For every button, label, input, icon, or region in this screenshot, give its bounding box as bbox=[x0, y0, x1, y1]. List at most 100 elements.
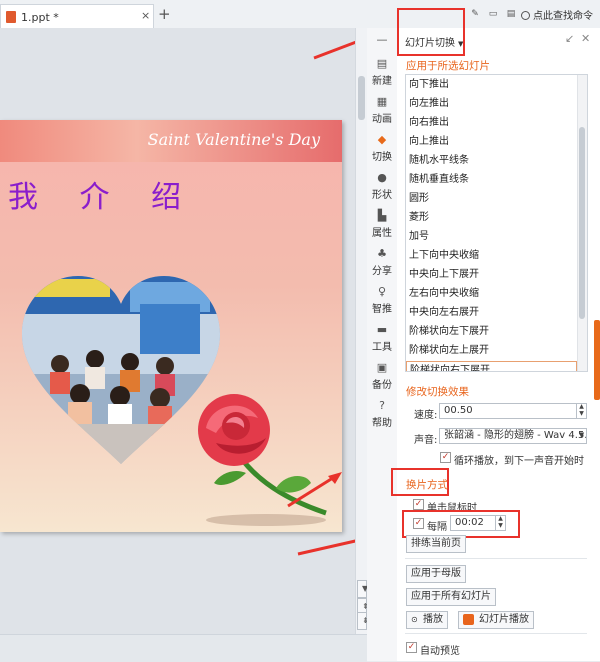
list-item[interactable]: 左右向中央收缩 bbox=[406, 284, 587, 303]
play-label: 播放 bbox=[423, 614, 443, 625]
list-item[interactable]: 随机水平线条 bbox=[406, 151, 587, 170]
chevron-down-icon: ▼ bbox=[578, 431, 585, 439]
slideshow-icon bbox=[463, 614, 474, 625]
scroll-down-icon[interactable]: ▼ bbox=[357, 580, 368, 598]
next-slide-icon[interactable]: ⇟ bbox=[357, 612, 369, 630]
sidebar-item-label: 形状 bbox=[372, 190, 392, 201]
document-tab[interactable]: 1.ppt * × bbox=[0, 4, 154, 28]
format-icon[interactable]: ▭ bbox=[488, 9, 498, 19]
sidebar-item-transition[interactable]: ◆ 切换 bbox=[367, 134, 397, 164]
recommend-icon: ♀ bbox=[377, 285, 387, 298]
list-item[interactable]: 上下向中央收缩 bbox=[406, 246, 587, 265]
sidebar-item-property[interactable]: ▙ 属性 bbox=[367, 209, 397, 240]
list-item[interactable]: 阶梯状向左下展开 bbox=[406, 322, 587, 341]
list-item[interactable]: 向上推出 bbox=[406, 132, 587, 151]
loop-label: 循环播放，到下一声音开始时 bbox=[454, 456, 584, 467]
new-icon: ▤ bbox=[376, 57, 388, 70]
settings-icon[interactable]: ▤ bbox=[506, 9, 516, 19]
list-item[interactable]: 随机垂直线条 bbox=[406, 170, 587, 189]
tab-bar: 1.ppt * × + ✎ ▭ ▤ 点此查找命令 bbox=[0, 0, 600, 29]
autopreview-label: 自动预览 bbox=[420, 646, 460, 657]
backup-icon: ▣ bbox=[376, 361, 388, 374]
on-click-checkbox[interactable]: ✓ bbox=[413, 499, 424, 510]
list-item-selected[interactable]: 阶梯状向右下展开 bbox=[406, 361, 577, 371]
close-tab-icon[interactable]: × bbox=[141, 9, 150, 22]
sidebar-item-label: 新建 bbox=[372, 76, 392, 87]
speed-spinner[interactable]: 00.50 ▲ ▼ bbox=[439, 403, 587, 419]
list-item[interactable]: 加号 bbox=[406, 227, 587, 246]
interval-spinner[interactable]: 00:02 ▲ ▼ bbox=[450, 515, 506, 531]
sidebar-item-label: 备份 bbox=[372, 380, 392, 391]
property-icon: ▙ bbox=[377, 209, 387, 222]
interval-value: 00:02 bbox=[455, 517, 484, 528]
sidebar-item-help[interactable]: ? 帮助 bbox=[367, 400, 397, 430]
slideshow-button[interactable]: 幻灯片播放 bbox=[458, 611, 534, 629]
transition-list[interactable]: 向下推出 向左推出 向右推出 向上推出 随机水平线条 随机垂直线条 圆形 菱形 … bbox=[405, 74, 588, 372]
speed-value: 00.50 bbox=[444, 405, 473, 416]
apply-all-button[interactable]: 应用于所有幻灯片 bbox=[406, 588, 496, 606]
animation-icon: ▦ bbox=[376, 95, 388, 108]
sound-label: 声音: bbox=[414, 435, 438, 446]
slide-canvas[interactable]: Saint Valentine's Day 我 介 绍 bbox=[0, 28, 394, 661]
share-icon: ♣ bbox=[377, 247, 387, 260]
spinner-arrows-icon[interactable]: ▲ ▼ bbox=[495, 516, 505, 530]
dock-icon[interactable]: ↙ bbox=[565, 32, 574, 45]
list-item[interactable]: 向右推出 bbox=[406, 113, 587, 132]
sidebar-item-animation[interactable]: ▦ 动画 bbox=[367, 95, 397, 126]
tool-icon: ▬ bbox=[376, 323, 388, 336]
task-sidebar: — ▤ 新建 ▦ 动画 ◆ 切换 ● 形状 ▙ 属性 ♣ 分享 ♀ 智推 ▬ 工具 ▣ 备份 ? 帮… bbox=[367, 28, 398, 661]
close-panel-icon[interactable]: ✕ bbox=[581, 32, 590, 45]
document-tab-title: 1.ppt * bbox=[21, 11, 59, 24]
shape-icon: ● bbox=[377, 171, 387, 184]
panel-resize-handle[interactable] bbox=[594, 320, 600, 400]
scrollbar-thumb[interactable] bbox=[358, 76, 365, 120]
rehearse-button[interactable]: 排练当前页 bbox=[406, 535, 466, 553]
sidebar-item-new[interactable]: ▤ 新建 bbox=[367, 57, 397, 88]
canvas-status-bar bbox=[0, 634, 367, 662]
sidebar-item-label: 智推 bbox=[372, 304, 392, 315]
play-icon: ⊙ bbox=[411, 615, 418, 624]
list-item[interactable]: 中央向左右展开 bbox=[406, 303, 587, 322]
sidebar-item-recommend[interactable]: ♀ 智推 bbox=[367, 285, 397, 316]
list-item[interactable]: 向下推出 bbox=[406, 75, 587, 94]
sidebar-item-share[interactable]: ♣ 分享 bbox=[367, 247, 397, 278]
loop-checkbox[interactable]: ✓ bbox=[440, 452, 451, 463]
list-item[interactable]: 圆形 bbox=[406, 189, 587, 208]
list-item[interactable]: 向左推出 bbox=[406, 94, 587, 113]
list-scrollbar[interactable] bbox=[577, 75, 587, 371]
every-label: 每隔 bbox=[427, 522, 447, 533]
list-item[interactable]: 阶梯状向左上展开 bbox=[406, 341, 587, 360]
annotation-arrow bbox=[287, 472, 342, 508]
list-scrollbar-thumb[interactable] bbox=[579, 127, 585, 319]
apply-section-title: 应用于所选幻灯片 bbox=[406, 60, 490, 72]
sidebar-item-label: 属性 bbox=[372, 228, 392, 239]
slideshow-label: 幻灯片播放 bbox=[479, 614, 529, 625]
list-item[interactable]: 菱形 bbox=[406, 208, 587, 227]
slide-title[interactable]: 我 介 绍 bbox=[8, 172, 197, 216]
divider bbox=[405, 558, 587, 559]
sidebar-item-label: 动画 bbox=[372, 114, 392, 125]
sound-value: 张韶涵 - 隐形的翅膀 - Wav 4.5.w bbox=[444, 430, 587, 441]
search-command-label: 点此查找命令 bbox=[533, 11, 593, 22]
sidebar-item-shape[interactable]: ● 形状 bbox=[367, 171, 397, 202]
banner-text: Saint Valentine's Day bbox=[147, 130, 320, 149]
sound-select[interactable]: 张韶涵 - 隐形的翅膀 - Wav 4.5.w ▼ bbox=[439, 428, 587, 444]
autopreview-checkbox[interactable]: ✓ bbox=[406, 642, 417, 653]
sidebar-item-label: 分享 bbox=[372, 266, 392, 277]
collapse-icon[interactable]: — bbox=[367, 34, 397, 48]
apply-master-button[interactable]: 应用于母版 bbox=[406, 565, 466, 583]
sidebar-item-backup[interactable]: ▣ 备份 bbox=[367, 361, 397, 392]
brush-icon[interactable]: ✎ bbox=[470, 9, 480, 19]
new-tab-icon[interactable]: + bbox=[158, 5, 171, 23]
every-checkbox[interactable]: ✓ bbox=[413, 518, 424, 529]
list-item[interactable]: 中央向上下展开 bbox=[406, 265, 587, 284]
spinner-arrows-icon[interactable]: ▲ ▼ bbox=[576, 404, 586, 418]
play-button[interactable]: ⊙ 播放 bbox=[406, 611, 448, 629]
search-command[interactable]: 点此查找命令 bbox=[521, 7, 593, 22]
modify-section-title: 修改切换效果 bbox=[406, 386, 469, 398]
sidebar-item-label: 工具 bbox=[372, 342, 392, 353]
transition-panel: 幻灯片切换 ▼ ↙ ✕ 应用于所选幻灯片 向下推出 向左推出 向右推出 向上推出 … bbox=[391, 28, 600, 661]
speed-label: 速度: bbox=[414, 410, 438, 421]
header-highlight-box bbox=[397, 8, 465, 56]
sidebar-item-tool[interactable]: ▬ 工具 bbox=[367, 323, 397, 354]
